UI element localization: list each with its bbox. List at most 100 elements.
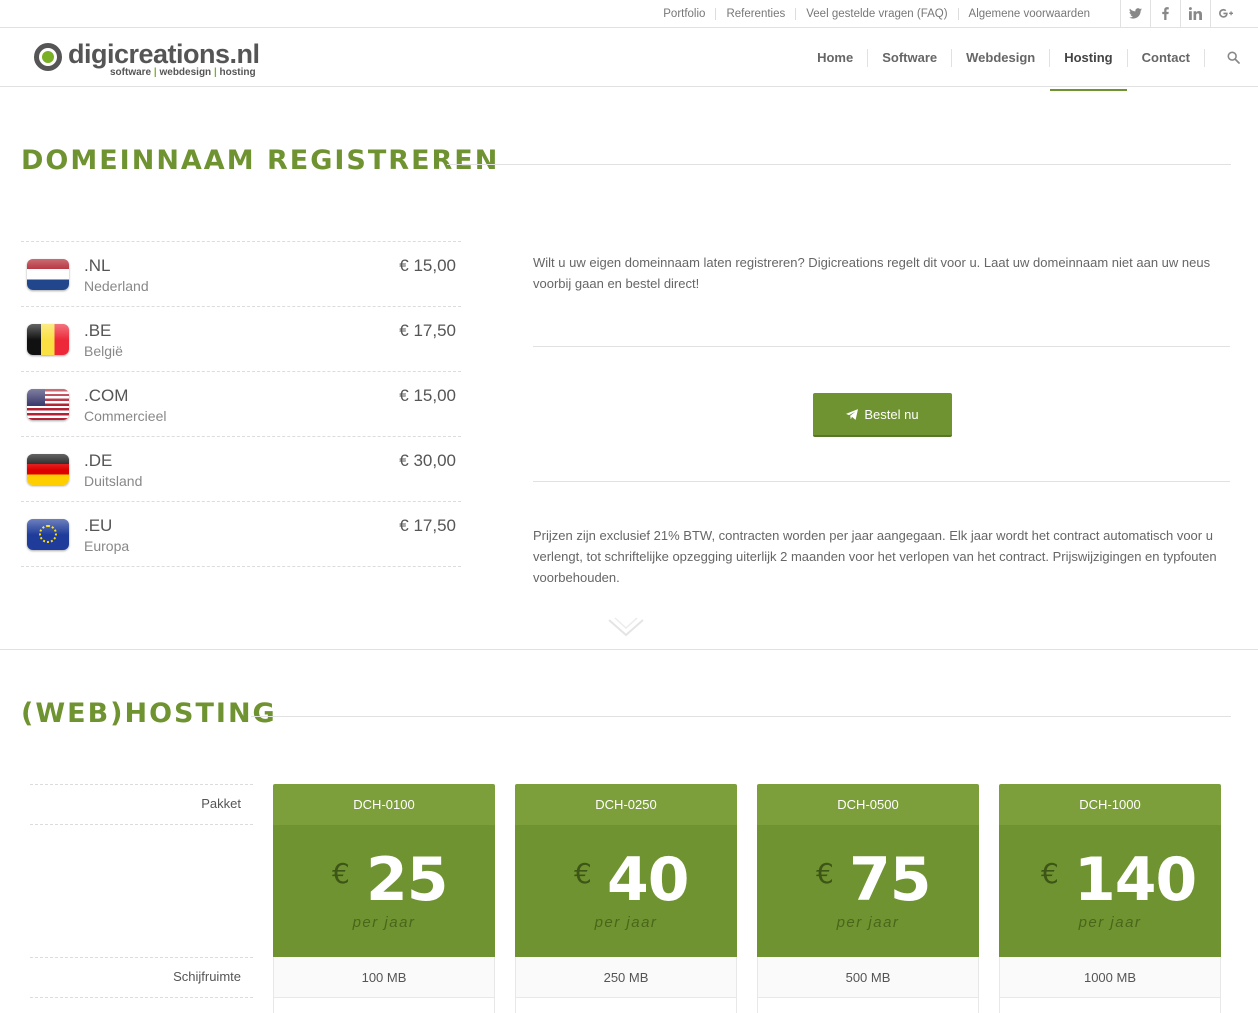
facebook-icon[interactable] <box>1150 0 1180 27</box>
price-period: per jaar <box>836 914 900 931</box>
order-now-button[interactable]: Bestel nu <box>813 393 952 437</box>
price-period: per jaar <box>352 914 416 931</box>
domain-price: € 30,00 <box>399 451 456 470</box>
title-rule <box>251 716 1231 717</box>
currency-symbol: € <box>332 857 350 890</box>
social-links <box>1120 0 1240 27</box>
price-period: per jaar <box>594 914 658 931</box>
domain-list: .NL Nederland € 15,00 .BE België € 17,50… <box>21 241 461 567</box>
plan-price-block: € 40 per jaar <box>515 825 737 957</box>
logo-name: digicreations.nl <box>68 39 260 69</box>
site-logo[interactable]: digicreations.nl software | webdesign | … <box>34 41 260 81</box>
domain-country: Duitsland <box>84 473 143 489</box>
domain-country: Europa <box>84 538 130 554</box>
plan-price: 40 <box>607 845 689 915</box>
plan-price-block: € 140 per jaar <box>999 825 1221 957</box>
label-storage: Schijfruimte <box>173 969 241 984</box>
hosting-section-title: (WEB)HOSTING <box>21 698 277 729</box>
plan-name: DCH-0250 <box>515 784 737 825</box>
section-divider <box>0 649 1258 650</box>
label-divider <box>30 997 253 998</box>
label-divider <box>30 957 253 958</box>
domain-country: Nederland <box>84 278 149 294</box>
nav-contact[interactable]: Contact <box>1126 48 1204 67</box>
domain-tld: .NL <box>84 256 111 275</box>
domain-country: Commercieel <box>84 408 167 424</box>
currency-symbol: € <box>1041 857 1059 890</box>
plan-name: DCH-1000 <box>999 784 1221 825</box>
domain-row-de: .DE Duitsland € 30,00 <box>21 437 461 502</box>
plan-card: DCH-0500 € 75 per jaar 500 MB <box>757 784 979 1013</box>
domain-tld: .COM <box>84 386 129 405</box>
plan-row <box>273 998 495 1013</box>
currency-symbol: € <box>816 857 834 890</box>
domain-row-be: .BE België € 17,50 <box>21 307 461 372</box>
pricing-note: Prijzen zijn exclusief 21% BTW, contract… <box>533 528 1217 585</box>
linkedin-icon[interactable] <box>1180 0 1210 27</box>
domain-row-com: .COM Commercieel € 15,00 <box>21 372 461 437</box>
logo-tagline: software | webdesign | hosting <box>110 67 256 78</box>
domain-row-nl: .NL Nederland € 15,00 <box>21 242 461 307</box>
plan-storage: 500 MB <box>757 957 979 998</box>
domain-price: € 17,50 <box>399 516 456 535</box>
plan-price: 25 <box>366 845 448 915</box>
plan-row <box>515 998 737 1013</box>
us-flag-icon <box>27 389 69 420</box>
feature-labels: Pakket Schijfruimte <box>30 784 253 1013</box>
plan-price: 140 <box>1074 845 1197 915</box>
label-divider <box>30 784 253 785</box>
nav-webdesign[interactable]: Webdesign <box>951 48 1049 67</box>
de-flag-icon <box>27 454 69 485</box>
logo-mark-icon <box>34 43 62 71</box>
nav-home[interactable]: Home <box>803 49 867 67</box>
plan-row <box>757 998 979 1013</box>
plan-price: 75 <box>849 845 931 915</box>
plan-name: DCH-0100 <box>273 784 495 825</box>
search-icon[interactable] <box>1204 48 1240 67</box>
twitter-icon[interactable] <box>1120 0 1150 27</box>
domain-price: € 17,50 <box>399 321 456 340</box>
domain-price: € 15,00 <box>399 256 456 275</box>
content-divider <box>533 346 1230 347</box>
order-now-label: Bestel nu <box>864 406 919 422</box>
top-link-faq[interactable]: Veel gestelde vragen (FAQ) <box>795 7 957 20</box>
chevron-down-icon[interactable] <box>607 614 645 638</box>
top-bar: Portfolio Referenties Veel gestelde vrag… <box>0 0 1258 28</box>
plan-storage: 100 MB <box>273 957 495 998</box>
domain-intro-text: Wilt u uw eigen domeinnaam laten registr… <box>533 255 1211 291</box>
domain-section-title: DOMEINNAAM REGISTREREN <box>21 145 500 176</box>
top-link-referenties[interactable]: Referenties <box>715 7 795 20</box>
plan-card: DCH-0100 € 25 per jaar 100 MB <box>273 784 495 1013</box>
label-package: Pakket <box>201 796 241 811</box>
nav-hosting[interactable]: Hosting <box>1049 48 1128 91</box>
paper-plane-icon <box>846 408 859 420</box>
content-divider <box>533 481 1230 482</box>
domain-country: België <box>84 343 123 359</box>
top-link-portfolio[interactable]: Portfolio <box>653 8 715 20</box>
domain-row-eu: .EU Europa € 17,50 <box>21 502 461 567</box>
domain-tld: .BE <box>84 321 112 340</box>
plan-storage: 250 MB <box>515 957 737 998</box>
domain-price: € 15,00 <box>399 386 456 405</box>
plan-price-block: € 75 per jaar <box>757 825 979 957</box>
be-flag-icon <box>27 324 69 355</box>
domain-tld: .EU <box>84 516 113 535</box>
main-nav: Home Software Webdesign Hosting Contact <box>803 28 1240 91</box>
site-header: digicreations.nl software | webdesign | … <box>0 28 1258 91</box>
plan-price-block: € 25 per jaar <box>273 825 495 957</box>
nl-flag-icon <box>27 259 69 290</box>
plan-card: DCH-0250 € 40 per jaar 250 MB <box>515 784 737 1013</box>
plan-card: DCH-1000 € 140 per jaar 1000 MB <box>999 784 1221 1013</box>
plan-row <box>999 998 1221 1013</box>
top-link-voorwaarden[interactable]: Algemene voorwaarden <box>957 7 1100 20</box>
nav-software[interactable]: Software <box>867 48 951 67</box>
top-links: Portfolio Referenties Veel gestelde vrag… <box>653 0 1100 27</box>
gplus-icon[interactable] <box>1210 0 1240 27</box>
label-divider <box>30 824 253 825</box>
currency-symbol: € <box>574 857 592 890</box>
plan-name: DCH-0500 <box>757 784 979 825</box>
plan-storage: 1000 MB <box>999 957 1221 998</box>
price-period: per jaar <box>1078 914 1142 931</box>
title-rule <box>447 164 1231 165</box>
domain-tld: .DE <box>84 451 113 470</box>
